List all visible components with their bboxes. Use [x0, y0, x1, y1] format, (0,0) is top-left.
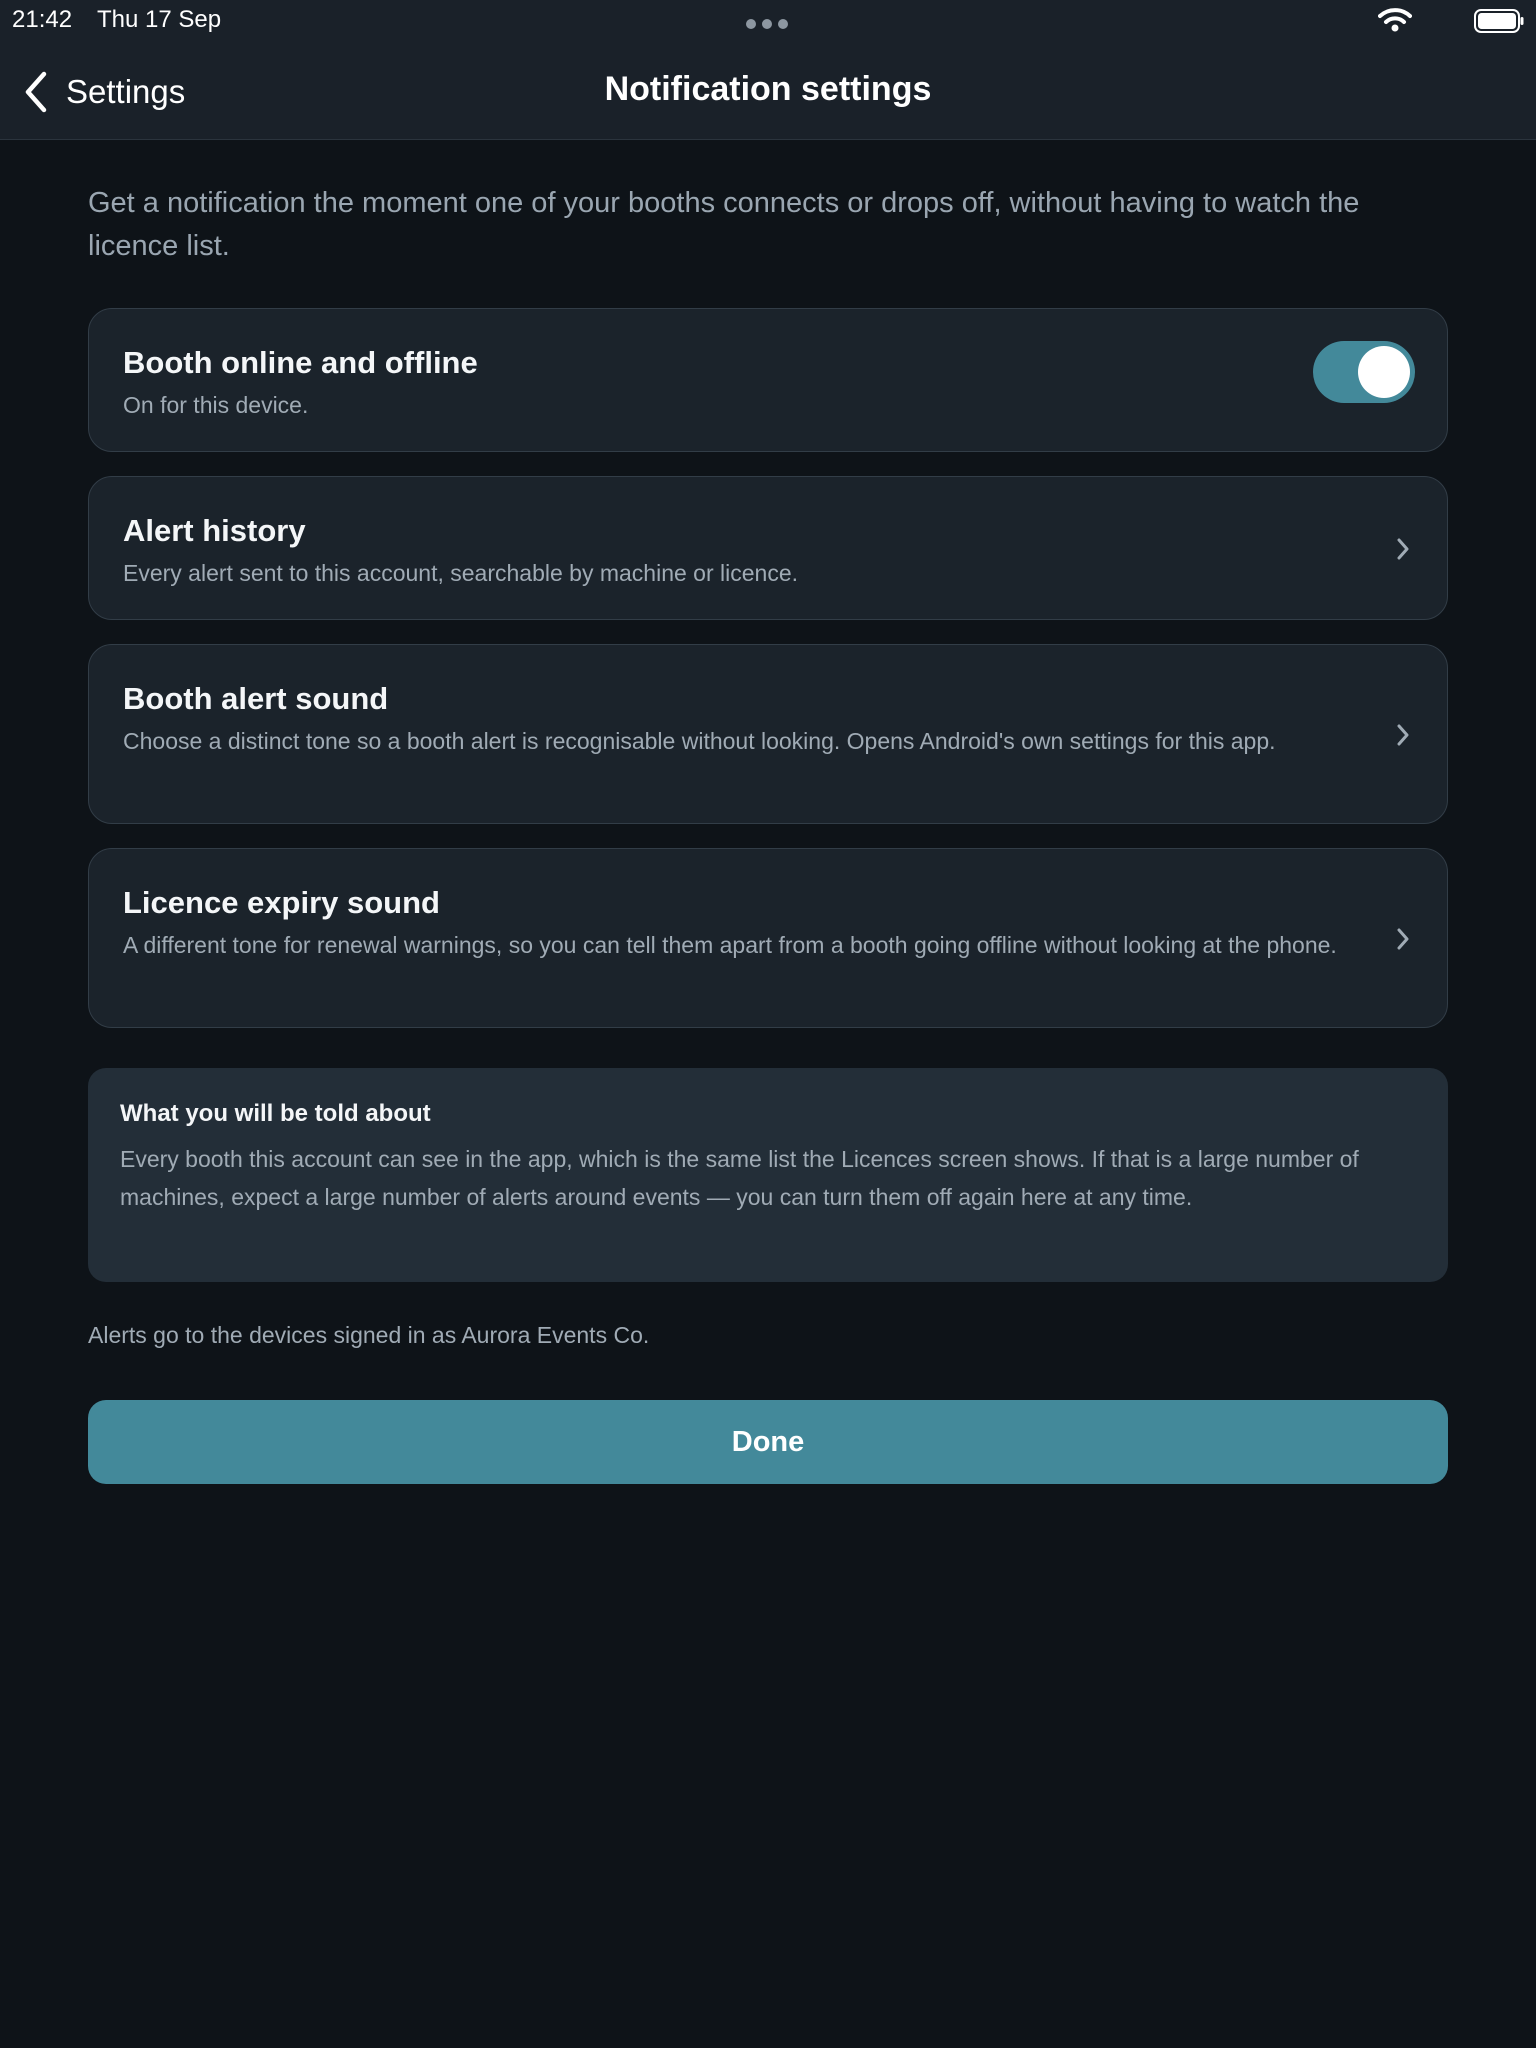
status-date: Thu 17 Sep — [97, 6, 222, 33]
card-title: Booth online and offline — [123, 345, 478, 380]
status-bar: 21:42 Thu 17 Sep — [0, 0, 1536, 40]
account-footnote: Alerts go to the devices signed in as Au… — [88, 1322, 650, 1348]
chevron-right-icon — [1397, 538, 1409, 560]
info-title: What you will be told about — [120, 1100, 431, 1127]
info-text: Every booth this account can see in the … — [120, 1146, 1359, 1210]
intro-text: Get a notification the moment one of you… — [88, 187, 1360, 262]
booth-online-offline-toggle[interactable] — [1313, 341, 1415, 403]
card-description: On for this device. — [123, 392, 309, 418]
info-box: What you will be told about Every booth … — [88, 1068, 1448, 1282]
status-time: 21:42 — [12, 6, 73, 33]
multitasking-dots-icon[interactable] — [746, 19, 788, 29]
booth-alert-sound-card[interactable]: Booth alert sound Choose a distinct tone… — [88, 644, 1448, 824]
chevron-right-icon — [1397, 928, 1409, 950]
alert-history-card[interactable]: Alert history Every alert sent to this a… — [88, 476, 1448, 620]
booth-online-offline-card[interactable]: Booth online and offline On for this dev… — [88, 308, 1448, 452]
card-description: Every alert sent to this account, search… — [123, 560, 799, 586]
navigation-bar: Settings Notification settings — [0, 40, 1536, 140]
chevron-right-icon — [1397, 724, 1409, 746]
done-button[interactable]: Done — [88, 1400, 1448, 1484]
page-title: Notification settings — [604, 70, 932, 108]
licence-expiry-sound-card[interactable]: Licence expiry sound A different tone fo… — [88, 848, 1448, 1028]
done-label: Done — [731, 1425, 805, 1458]
card-title: Booth alert sound — [123, 681, 389, 716]
card-title: Alert history — [123, 513, 306, 548]
battery-icon — [1474, 9, 1524, 33]
wifi-icon — [1378, 8, 1412, 32]
card-description: Choose a distinct tone so a booth alert … — [123, 728, 1276, 754]
card-description: A different tone for renewal warnings, s… — [123, 932, 1337, 958]
toggle-knob — [1358, 346, 1410, 398]
card-title: Licence expiry sound — [123, 885, 440, 920]
